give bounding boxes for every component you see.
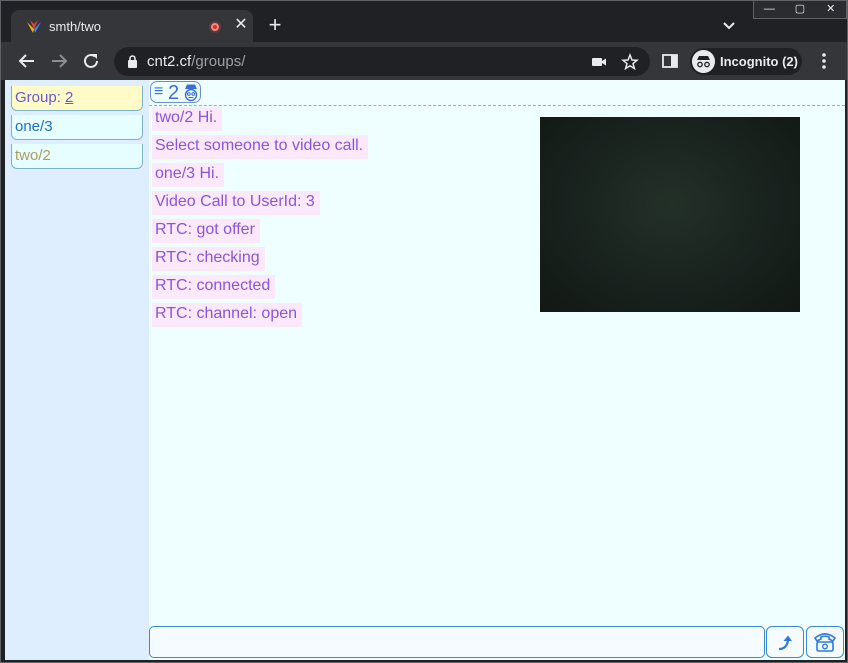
message-item: RTC: connected bbox=[152, 275, 276, 299]
minimize-button[interactable]: — bbox=[754, 1, 785, 18]
reload-icon[interactable] bbox=[80, 50, 102, 72]
group-number-link[interactable]: 2 bbox=[65, 89, 73, 106]
new-tab-button[interactable]: + bbox=[263, 14, 287, 38]
chat-main: ≡ 2 two/2 Hi. Select someone to video ca… bbox=[149, 80, 845, 660]
address-bar[interactable]: cnt2.cf/groups/ bbox=[114, 47, 650, 76]
message-item: two/2 Hi. bbox=[152, 107, 223, 131]
maximize-button[interactable]: ▢ bbox=[785, 1, 816, 18]
hamburger-menu-icon[interactable]: ≡ bbox=[154, 84, 163, 100]
lock-icon[interactable] bbox=[127, 55, 138, 68]
group-label: Group: bbox=[15, 89, 66, 106]
chevron-down-icon[interactable] bbox=[719, 16, 739, 36]
video-call-button[interactable] bbox=[806, 626, 844, 658]
incognito-label: Incognito (2) bbox=[720, 54, 798, 69]
arrow-right-icon[interactable] bbox=[48, 50, 70, 72]
colorful-v-logo-icon bbox=[27, 20, 41, 33]
send-arrow-icon bbox=[778, 635, 792, 651]
message-item: RTC: got offer bbox=[152, 219, 260, 243]
message-item: RTC: channel: open bbox=[152, 303, 303, 327]
member-count: 2 bbox=[168, 82, 180, 104]
send-button[interactable] bbox=[766, 626, 804, 658]
sidebar-item-two[interactable]: two/2 bbox=[11, 144, 143, 169]
incognito-profile-button[interactable]: Incognito (2) bbox=[690, 48, 802, 75]
sidebar-group-header[interactable]: Group: 2 bbox=[11, 86, 143, 111]
group-header-chip[interactable]: ≡ 2 bbox=[150, 81, 201, 104]
url-path: /groups/ bbox=[191, 53, 246, 70]
video-camera-icon[interactable] bbox=[590, 53, 608, 71]
sidebar-item-one[interactable]: one/3 bbox=[11, 115, 143, 140]
message-input[interactable] bbox=[149, 626, 765, 658]
tab-close-button[interactable]: ✕ bbox=[231, 15, 251, 35]
browser-window: smth/two ✕ + — ▢ ✕ cnt2.cf/groups/ Incog… bbox=[0, 0, 848, 663]
record-indicator-icon bbox=[209, 21, 221, 33]
message-item: one/3 Hi. bbox=[152, 163, 225, 187]
browser-toolbar: cnt2.cf/groups/ Incognito (2) bbox=[1, 42, 847, 80]
message-item: Video Call to UserId: 3 bbox=[152, 191, 320, 215]
window-controls: — ▢ ✕ bbox=[753, 1, 847, 19]
tab-strip: smth/two ✕ + — ▢ ✕ bbox=[1, 1, 847, 43]
incognito-icon bbox=[692, 50, 715, 73]
star-icon[interactable] bbox=[621, 53, 639, 71]
url-host: cnt2.cf bbox=[147, 53, 192, 70]
sidebar: Group: 2 one/3 two/2 bbox=[5, 80, 149, 660]
url-text: cnt2.cf/groups/ bbox=[147, 53, 245, 70]
message-item: RTC: checking bbox=[152, 247, 265, 271]
telephone-icon bbox=[813, 633, 837, 652]
header-divider bbox=[149, 105, 845, 106]
tab-title: smth/two bbox=[49, 19, 102, 34]
three-dots-icon[interactable] bbox=[816, 52, 832, 70]
web-page: Group: 2 one/3 two/2 ≡ 2 two/2 Hi. Selec… bbox=[5, 80, 845, 660]
arrow-left-icon[interactable] bbox=[16, 50, 38, 72]
side-panel-icon[interactable] bbox=[661, 52, 679, 70]
video-call-feed[interactable] bbox=[540, 117, 800, 312]
window-close-button[interactable]: ✕ bbox=[815, 1, 846, 18]
incognito-icon bbox=[184, 84, 198, 102]
tab-active[interactable]: smth/two ✕ bbox=[11, 10, 253, 43]
message-item: Select someone to video call. bbox=[152, 135, 369, 159]
